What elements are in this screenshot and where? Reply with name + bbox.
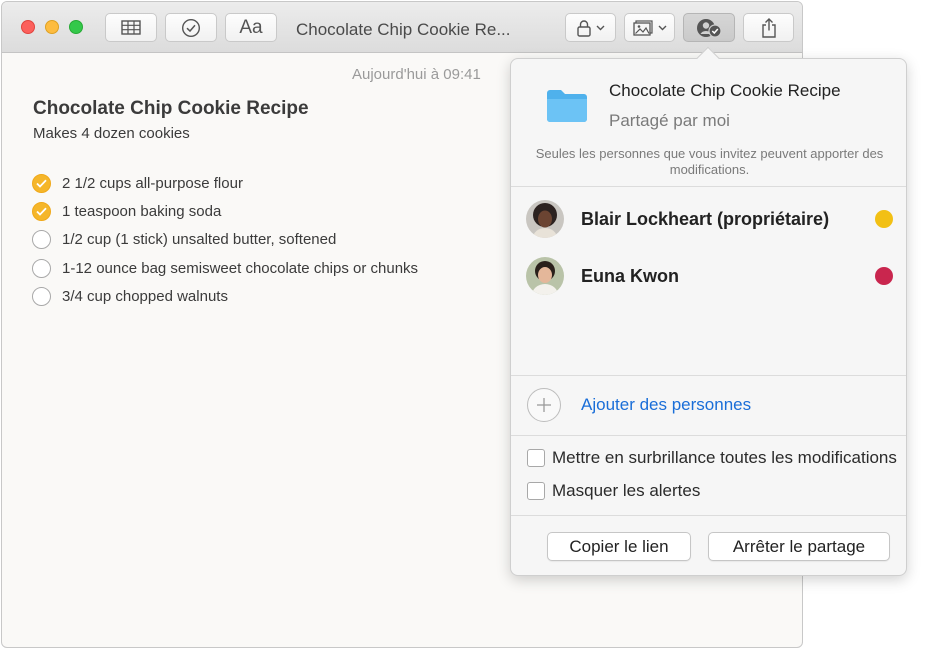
checklist-item-text[interactable]: 3/4 cup chopped walnuts <box>62 288 228 305</box>
checklist-item: 2 1/2 cups all-purpose flour <box>32 169 418 197</box>
checklist-item: 3/4 cup chopped walnuts <box>32 283 418 311</box>
checklist: 2 1/2 cups all-purpose flour 1 teaspoon b… <box>32 169 418 311</box>
add-people-button[interactable] <box>527 388 561 422</box>
highlight-changes-checkbox[interactable] <box>527 449 545 467</box>
participant-row[interactable]: Blair Lockheart (propriétaire) <box>526 199 896 239</box>
divider <box>511 375 906 376</box>
minimize-window-button[interactable] <box>45 20 59 34</box>
permissions-info: Seules les personnes que vous invitez pe… <box>535 146 884 177</box>
note-timestamp: Aujourd'hui à 09:41 <box>352 66 481 83</box>
checklist-icon <box>181 18 201 37</box>
media-button[interactable] <box>624 13 675 42</box>
unchecked-circle-icon[interactable] <box>32 230 51 250</box>
checklist-item-text[interactable]: 1/2 cup (1 stick) unsalted butter, softe… <box>62 231 336 248</box>
participant-row[interactable]: Euna Kwon <box>526 256 896 296</box>
checklist-item-text[interactable]: 1-12 ounce bag semisweet chocolate chips… <box>62 260 418 277</box>
share-button[interactable] <box>743 13 794 42</box>
hide-alerts-label: Masquer les alertes <box>552 481 701 500</box>
lock-icon <box>576 19 591 37</box>
hide-alerts-checkbox[interactable] <box>527 482 545 500</box>
hide-alerts-option[interactable]: Masquer les alertes <box>527 481 700 501</box>
avatar <box>526 257 564 295</box>
chevron-down-icon <box>658 25 666 30</box>
window-title: Chocolate Chip Cookie Re... <box>296 20 511 39</box>
zoom-window-button[interactable] <box>69 20 83 34</box>
folder-icon <box>547 90 587 122</box>
format-button[interactable]: Aa <box>225 13 277 42</box>
close-window-button[interactable] <box>21 20 35 34</box>
checklist-item: 1 teaspoon baking soda <box>32 197 418 225</box>
participant-color-dot <box>875 267 893 285</box>
avatar <box>526 200 564 238</box>
participant-color-dot <box>875 210 893 228</box>
divider <box>511 186 906 187</box>
highlight-changes-label: Mettre en surbrillance toutes les modifi… <box>552 448 897 467</box>
format-text-icon: Aa <box>239 16 263 38</box>
collaborate-icon <box>697 18 722 38</box>
shared-by-label: Partagé par moi <box>609 111 730 130</box>
collaborate-button[interactable] <box>683 13 735 42</box>
add-people-link[interactable]: Ajouter des personnes <box>581 395 751 415</box>
shared-note-title: Chocolate Chip Cookie Recipe <box>609 81 841 100</box>
unchecked-circle-icon[interactable] <box>32 258 51 278</box>
checked-circle-icon[interactable] <box>32 202 51 222</box>
plus-icon <box>537 398 551 412</box>
chevron-down-icon <box>596 25 604 30</box>
highlight-changes-option[interactable]: Mettre en surbrillance toutes les modifi… <box>527 448 897 468</box>
participant-name: Euna Kwon <box>581 265 679 286</box>
title-bar: Aa Chocolate Chip Cookie Re... <box>2 2 802 53</box>
note-title[interactable]: Chocolate Chip Cookie Recipe <box>33 98 309 120</box>
checklist-item-text[interactable]: 1 teaspoon baking soda <box>62 203 221 220</box>
sharing-popover: Chocolate Chip Cookie Recipe Partagé par… <box>510 46 907 576</box>
lock-button[interactable] <box>565 13 616 42</box>
checklist-item: 1/2 cup (1 stick) unsalted butter, softe… <box>32 226 418 254</box>
checklist-button[interactable] <box>165 13 217 42</box>
divider <box>511 515 906 516</box>
checklist-item: 1-12 ounce bag semisweet chocolate chips… <box>32 254 418 282</box>
table-button[interactable] <box>105 13 157 42</box>
copy-link-button[interactable]: Copier le lien <box>547 532 691 561</box>
share-icon <box>761 17 776 38</box>
table-icon <box>121 20 141 35</box>
checked-circle-icon[interactable] <box>32 173 51 193</box>
divider <box>511 435 906 436</box>
checklist-item-text[interactable]: 2 1/2 cups all-purpose flour <box>62 175 243 192</box>
stop-sharing-button[interactable]: Arrêter le partage <box>708 532 890 561</box>
unchecked-circle-icon[interactable] <box>32 287 51 307</box>
participant-name: Blair Lockheart (propriétaire) <box>581 208 830 229</box>
media-icon <box>632 19 653 36</box>
note-subtitle[interactable]: Makes 4 dozen cookies <box>33 125 190 142</box>
